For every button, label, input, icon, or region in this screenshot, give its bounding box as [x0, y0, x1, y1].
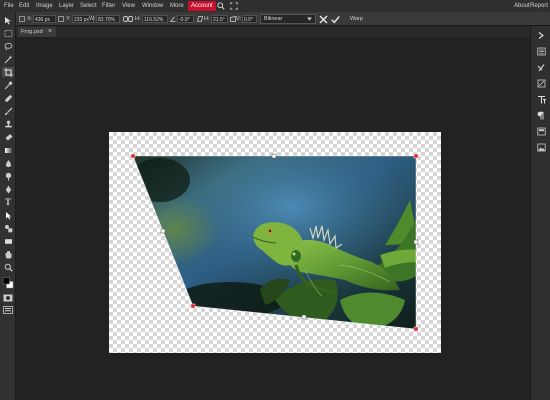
handle-bottom-middle[interactable]	[301, 314, 307, 320]
handle-right-middle[interactable]	[413, 239, 419, 245]
handle-top-right[interactable]	[413, 153, 419, 159]
handle-bottom-right[interactable]	[413, 326, 419, 332]
handle-top-left[interactable]	[130, 153, 136, 159]
iguana-photo	[133, 156, 416, 329]
warped-photo-layer[interactable]	[0, 0, 550, 400]
handle-top-middle[interactable]	[271, 153, 277, 159]
handle-left-middle[interactable]	[160, 228, 166, 234]
handle-bottom-left[interactable]	[190, 303, 196, 309]
